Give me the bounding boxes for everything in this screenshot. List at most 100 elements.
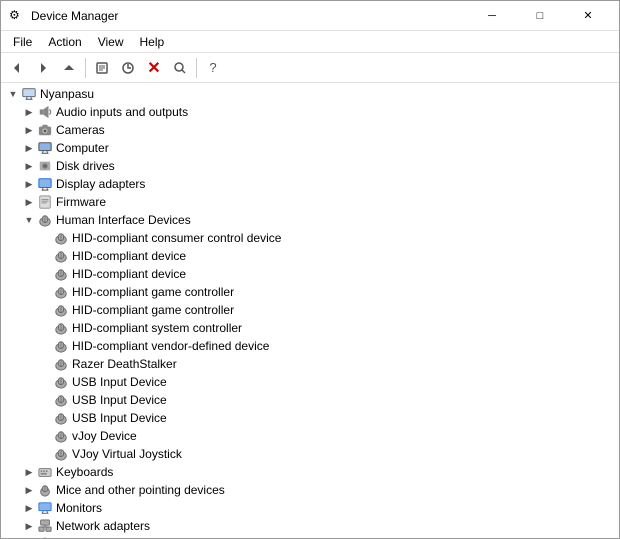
hid1-label: HID-compliant consumer control device [72, 231, 281, 245]
tree-item-hid3[interactable]: ▶ HID-compliant device [1, 265, 619, 283]
cameras-expander[interactable]: ▶ [21, 122, 37, 138]
update-button[interactable] [116, 56, 140, 80]
audio-expander[interactable]: ▶ [21, 104, 37, 120]
root-icon [21, 86, 37, 102]
usb1-label: USB Input Device [72, 375, 167, 389]
hid5-label: HID-compliant game controller [72, 303, 234, 317]
title-bar: ⚙ Device Manager ─ □ ✕ [1, 1, 619, 31]
hid2-icon [53, 248, 69, 264]
hid-label: Human Interface Devices [56, 213, 191, 227]
mice-label: Mice and other pointing devices [56, 483, 225, 497]
keyboards-expander[interactable]: ▶ [21, 464, 37, 480]
hid-icon [37, 212, 53, 228]
network-expander[interactable]: ▶ [21, 518, 37, 534]
tree-item-usb3[interactable]: ▶ USB Input Device [1, 409, 619, 427]
up-button[interactable] [57, 56, 81, 80]
hid4-icon [53, 284, 69, 300]
tree-item-mice[interactable]: ▶ Mice and other pointing devices [1, 481, 619, 499]
tree-item-display[interactable]: ▶ Display adapters [1, 175, 619, 193]
tree-item-usb1[interactable]: ▶ USB Input Device [1, 373, 619, 391]
tree-item-monitors[interactable]: ▶ Monitors [1, 499, 619, 517]
computer-icon [37, 140, 53, 156]
monitors-label: Monitors [56, 501, 102, 515]
usb1-icon [53, 374, 69, 390]
tree-item-keyboards[interactable]: ▶ Keyboards [1, 463, 619, 481]
hid6-icon [53, 320, 69, 336]
vjoy1-label: vJoy Device [72, 429, 137, 443]
keyboards-icon [37, 464, 53, 480]
menu-view[interactable]: View [90, 33, 132, 51]
other-icon: ! [37, 536, 53, 538]
network-label: Network adapters [56, 519, 150, 533]
hid7-label: HID-compliant vendor-defined device [72, 339, 269, 353]
hid3-icon [53, 266, 69, 282]
tree-item-hid6[interactable]: ▶ HID-compliant system controller [1, 319, 619, 337]
tree-item-computer[interactable]: ▶ Computer [1, 139, 619, 157]
app-icon: ⚙ [9, 8, 25, 24]
tree-item-cameras[interactable]: ▶ Cameras [1, 121, 619, 139]
tree-item-disk[interactable]: ▶ Disk drives [1, 157, 619, 175]
tree-item-audio[interactable]: ▶ Audio inputs and outputs [1, 103, 619, 121]
menu-file[interactable]: File [5, 33, 40, 51]
properties-button[interactable] [90, 56, 114, 80]
tree-item-firmware[interactable]: ▶ Firmware [1, 193, 619, 211]
close-button[interactable]: ✕ [565, 1, 611, 31]
hid2-label: HID-compliant device [72, 249, 186, 263]
tree-root[interactable]: ▼ Nyanpasu [1, 85, 619, 103]
usb3-label: USB Input Device [72, 411, 167, 425]
tree-item-hid4[interactable]: ▶ HID-compliant game controller [1, 283, 619, 301]
other-expander[interactable]: ▼ [21, 536, 37, 538]
menu-bar: File Action View Help [1, 31, 619, 53]
mice-expander[interactable]: ▶ [21, 482, 37, 498]
vjoy2-label: VJoy Virtual Joystick [72, 447, 182, 461]
tree-item-hid5[interactable]: ▶ HID-compliant game controller [1, 301, 619, 319]
mice-icon [37, 482, 53, 498]
uninstall-button[interactable]: ✕ [142, 56, 166, 80]
tree-item-vjoy1[interactable]: ▶ vJoy Device [1, 427, 619, 445]
device-tree[interactable]: ▼ Nyanpasu ▶ [1, 83, 619, 538]
usb3-icon [53, 410, 69, 426]
display-expander[interactable]: ▶ [21, 176, 37, 192]
other-label: Other devices [56, 537, 130, 538]
maximize-button[interactable]: □ [517, 1, 563, 31]
scan-button[interactable] [168, 56, 192, 80]
forward-button[interactable] [31, 56, 55, 80]
firmware-label: Firmware [56, 195, 106, 209]
tree-item-usb2[interactable]: ▶ USB Input Device [1, 391, 619, 409]
root-expander[interactable]: ▼ [5, 86, 21, 102]
audio-icon [37, 104, 53, 120]
help-button[interactable]: ? [201, 56, 225, 80]
tree-item-hid2[interactable]: ▶ HID-compliant device [1, 247, 619, 265]
tree-item-vjoy2[interactable]: ▶ VJoy Virtual Joystick [1, 445, 619, 463]
monitors-icon [37, 500, 53, 516]
hid-expander[interactable]: ▼ [21, 212, 37, 228]
computer-label: Computer [56, 141, 109, 155]
computer-expander[interactable]: ▶ [21, 140, 37, 156]
tree-item-network[interactable]: ▶ Network adapters [1, 517, 619, 535]
tree-item-other[interactable]: ▼ ! Other devices [1, 535, 619, 538]
disk-icon [37, 158, 53, 174]
root-label: Nyanpasu [40, 87, 94, 101]
firmware-expander[interactable]: ▶ [21, 194, 37, 210]
hid6-label: HID-compliant system controller [72, 321, 242, 335]
menu-action[interactable]: Action [40, 33, 89, 51]
minimize-button[interactable]: ─ [469, 1, 515, 31]
device-manager-window: ⚙ Device Manager ─ □ ✕ File Action View … [0, 0, 620, 539]
tree-item-razer[interactable]: ▶ Razer DeathStalker [1, 355, 619, 373]
hid4-label: HID-compliant game controller [72, 285, 234, 299]
hid1-icon [53, 230, 69, 246]
tree-item-hid1[interactable]: ▶ HID-compliant consumer control device [1, 229, 619, 247]
menu-help[interactable]: Help [132, 33, 173, 51]
firmware-icon [37, 194, 53, 210]
tree-item-hid7[interactable]: ▶ HID-compliant vendor-defined device [1, 337, 619, 355]
keyboards-label: Keyboards [56, 465, 113, 479]
tree-item-hid[interactable]: ▼ Human Interface Devices [1, 211, 619, 229]
toolbar-sep-2 [196, 58, 197, 78]
cameras-label: Cameras [56, 123, 105, 137]
monitors-expander[interactable]: ▶ [21, 500, 37, 516]
disk-expander[interactable]: ▶ [21, 158, 37, 174]
back-button[interactable] [5, 56, 29, 80]
hid3-label: HID-compliant device [72, 267, 186, 281]
display-label: Display adapters [56, 177, 145, 191]
usb2-label: USB Input Device [72, 393, 167, 407]
